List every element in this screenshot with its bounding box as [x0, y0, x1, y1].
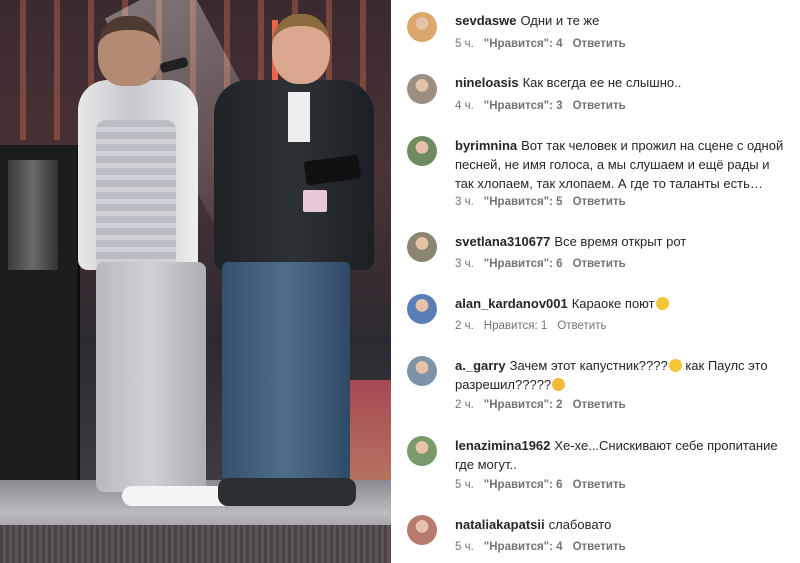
like-count[interactable]: "Нравится": 4 [484, 38, 563, 50]
reply-button[interactable]: Ответить [573, 479, 626, 491]
reply-button[interactable]: Ответить [557, 320, 606, 332]
comment-time: 2 ч. [455, 320, 474, 332]
comment-meta: 3 ч. "Нравится": 5 Ответить [455, 196, 636, 208]
comments-list: sevdaswe Одни и те же 5 ч. "Нравится": 4 От… [391, 0, 800, 563]
comment-time: 2 ч. [455, 399, 474, 411]
avatar[interactable] [407, 294, 437, 324]
comment-username[interactable]: nataliakapatsii [455, 517, 545, 532]
comment-meta: 4 ч. "Нравится": 3 Ответить [455, 100, 636, 112]
comment-body: Как всегда ее не слышно.. [522, 75, 682, 90]
comment-meta: 3 ч. "Нравится": 6 Ответить [455, 258, 636, 270]
sad-emoji-icon [552, 378, 566, 391]
comment-text: a._garry Зачем этот капустник???? как Пау… [455, 356, 790, 394]
comment-text: byrimnina Вот так человек и прожил на сце… [455, 136, 790, 193]
reply-button[interactable]: Ответить [573, 196, 626, 208]
comment-body: Караоке поют [571, 296, 655, 311]
laughing-emoji-icon [655, 297, 669, 310]
comment-username[interactable]: svetlana310677 [455, 234, 550, 249]
comment-text: sevdaswe Одни и те же [455, 11, 790, 30]
lanyard-badge [303, 190, 327, 212]
comment-text: nataliakapatsii слабовато [455, 515, 790, 534]
tears-of-joy-emoji-icon [668, 359, 682, 372]
singer-vest [96, 120, 176, 270]
avatar[interactable] [407, 515, 437, 545]
like-count[interactable]: "Нравится": 6 [484, 479, 563, 491]
reply-button[interactable]: Ответить [573, 38, 626, 50]
comment-meta: 5 ч. "Нравится": 4 Ответить [455, 541, 636, 553]
comment-text: alan_kardanov001 Караоке поют [455, 294, 790, 313]
singer-head [98, 16, 160, 86]
comment-meta: 2 ч. "Нравится": 2 Ответить [455, 399, 636, 411]
avatar[interactable] [407, 74, 437, 104]
comment-username[interactable]: sevdaswe [455, 13, 516, 28]
singer-shoes [122, 486, 232, 506]
comment-meta: 5 ч. "Нравится": 4 Ответить [455, 38, 636, 50]
comment-body: Зачем этот капустник???? [509, 358, 668, 373]
stage-floor-edge [0, 525, 391, 563]
like-count[interactable]: "Нравится": 3 [484, 100, 563, 112]
piano-reflection [8, 160, 58, 270]
like-count[interactable]: "Нравится": 5 [484, 196, 563, 208]
comment-body: слабовато [548, 517, 612, 532]
comment-body: Одни и те же [520, 13, 600, 28]
singer-trousers [96, 262, 206, 492]
avatar[interactable] [407, 436, 437, 466]
comment-text: svetlana310677 Все время открыт рот [455, 232, 790, 251]
reply-button[interactable]: Ответить [573, 258, 626, 270]
comment-time: 5 ч. [455, 541, 474, 553]
comment-meta: 5 ч. "Нравится": 6 Ответить [455, 479, 636, 491]
man-head [272, 14, 330, 84]
comment-meta: 2 ч. Нравится: 1 Ответить [455, 320, 616, 332]
man-shirt [288, 92, 310, 142]
comment-time: 5 ч. [455, 479, 474, 491]
comment-time: 5 ч. [455, 38, 474, 50]
man-shoes [218, 478, 356, 506]
comment-username[interactable]: byrimnina [455, 138, 517, 153]
reply-button[interactable]: Ответить [573, 399, 626, 411]
avatar[interactable] [407, 136, 437, 166]
reply-button[interactable]: Ответить [573, 541, 626, 553]
comment-text: lenazimina1962 Хе-хе...Снискивают себе пр… [455, 436, 790, 474]
comment-username[interactable]: lenazimina1962 [455, 438, 550, 453]
comment-time: 4 ч. [455, 100, 474, 112]
comment-time: 3 ч. [455, 196, 474, 208]
avatar[interactable] [407, 12, 437, 42]
avatar[interactable] [407, 232, 437, 262]
concert-photo [0, 0, 391, 563]
comment-body: Все время открыт рот [554, 234, 687, 249]
comment-text: nineloasis Как всегда ее не слышно.. [455, 73, 790, 92]
comment-username[interactable]: alan_kardanov001 [455, 296, 568, 311]
like-count[interactable]: "Нравится": 4 [484, 541, 563, 553]
comment-username[interactable]: nineloasis [455, 75, 519, 90]
reply-button[interactable]: Ответить [573, 100, 626, 112]
comment-time: 3 ч. [455, 258, 474, 270]
comment-username[interactable]: a._garry [455, 358, 506, 373]
man-jeans [222, 262, 350, 482]
like-count[interactable]: "Нравится": 2 [484, 399, 563, 411]
like-count[interactable]: "Нравится": 6 [484, 258, 563, 270]
like-count[interactable]: Нравится: 1 [484, 320, 548, 332]
avatar[interactable] [407, 356, 437, 386]
